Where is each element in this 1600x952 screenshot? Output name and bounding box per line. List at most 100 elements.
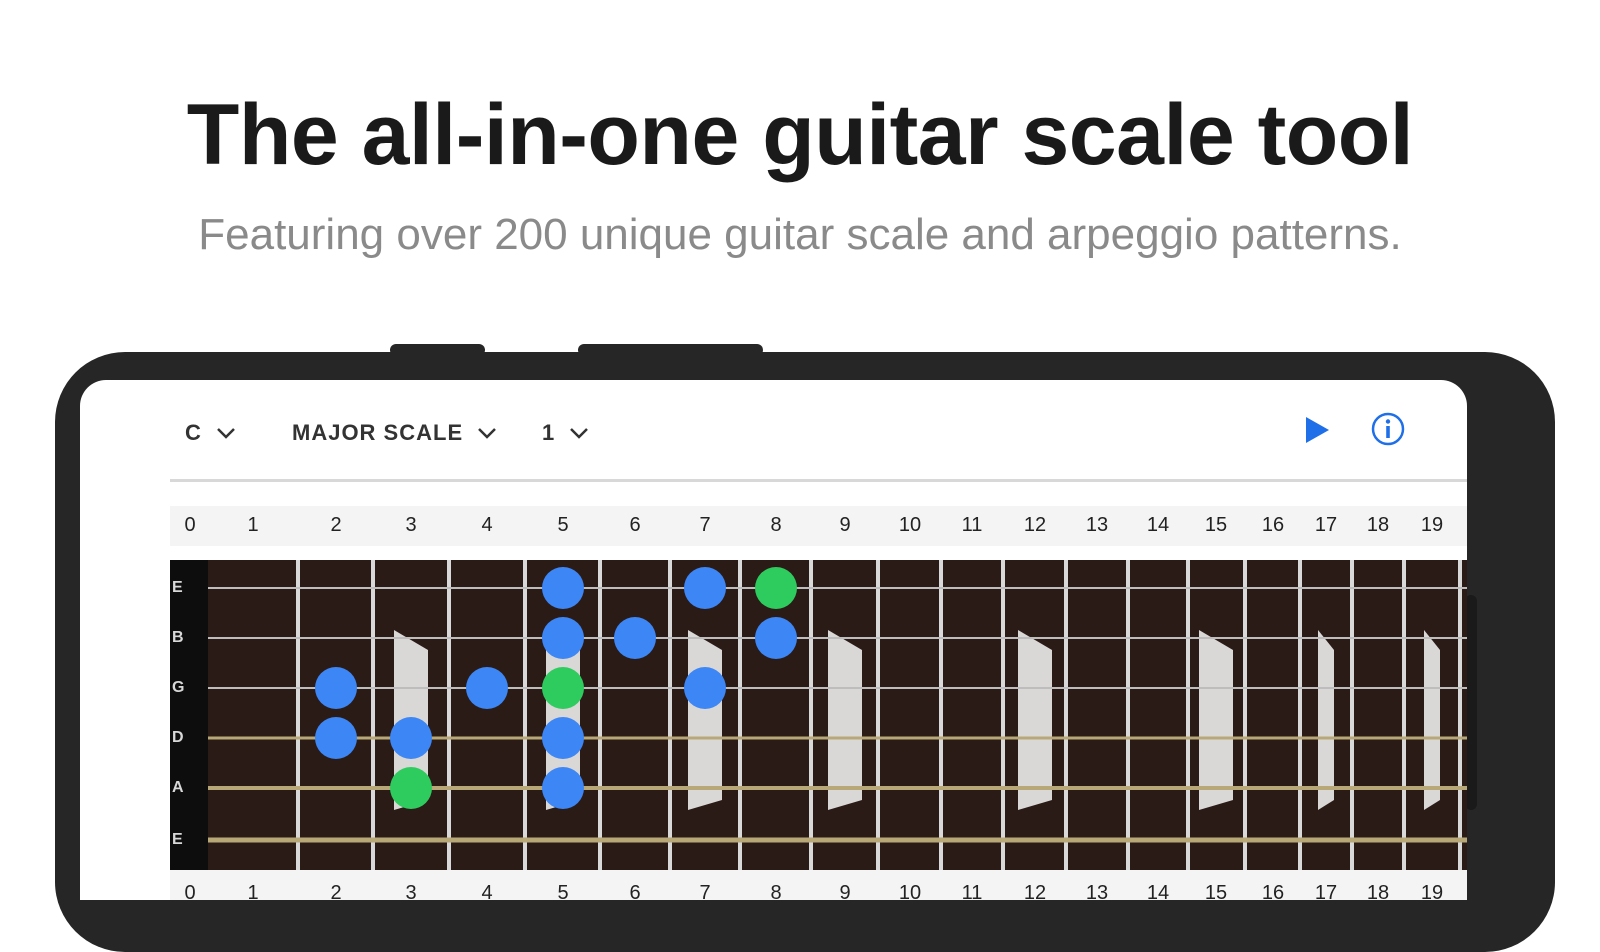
string-label: E <box>172 831 183 848</box>
fret-number: 4 <box>481 882 493 900</box>
fret-number: 12 <box>1023 882 1047 900</box>
fret-wire <box>738 560 742 870</box>
fret-wire <box>1243 560 1247 870</box>
headline: The all-in-one guitar scale tool <box>186 87 1414 183</box>
fret-wire <box>876 560 880 870</box>
subheadline: Featuring over 200 unique guitar scale a… <box>198 210 1402 259</box>
scale-selector[interactable]: MAJOR SCALE <box>292 420 497 446</box>
fret-number: 7 <box>699 514 711 536</box>
fret-wire <box>1458 560 1462 870</box>
note-marker <box>684 567 726 609</box>
fret-number: 15 <box>1204 882 1228 900</box>
fret-number: 19 <box>1420 514 1444 536</box>
fret-number: 11 <box>961 514 983 536</box>
note-marker <box>542 767 584 809</box>
toolbar-divider <box>170 479 1467 482</box>
fret-inlay <box>1018 630 1052 810</box>
note-marker <box>390 767 432 809</box>
fret-number: 18 <box>1366 514 1390 536</box>
fret-wire <box>1126 560 1130 870</box>
string-label: B <box>172 629 184 646</box>
fret-number: 2 <box>330 882 342 900</box>
toolbar: C MAJOR SCALE 1 <box>80 380 1467 480</box>
note-marker <box>542 617 584 659</box>
fret-number: 10 <box>898 514 922 536</box>
position-selector-label: 1 <box>542 420 556 445</box>
fret-numbers-bottom: 0 1 2 3 4 5 6 7 8 9 10 11 12 13 14 15 16 17 18 19 <box>170 870 1467 900</box>
fret-wire <box>1350 560 1354 870</box>
fret-wire <box>1064 560 1068 870</box>
fret-inlay <box>828 630 862 810</box>
fret-wire <box>1001 560 1005 870</box>
fret-number: 3 <box>405 514 417 536</box>
string-label: G <box>172 679 185 696</box>
chevron-down-icon <box>570 428 589 439</box>
scale-selector-label: MAJOR SCALE <box>292 420 464 445</box>
fret-inlay <box>1318 630 1334 810</box>
fret-number: 9 <box>839 882 851 900</box>
fret-number: 18 <box>1366 882 1390 900</box>
key-selector-label: C <box>185 420 202 445</box>
fret-number: 17 <box>1314 514 1338 536</box>
fret-number: 19 <box>1420 882 1444 900</box>
string-label: A <box>172 779 184 796</box>
fret-number: 1 <box>247 882 259 900</box>
fret-number: 8 <box>770 514 782 536</box>
note-marker <box>542 567 584 609</box>
fret-wire <box>296 560 300 870</box>
note-marker <box>614 617 656 659</box>
fret-wire <box>1402 560 1406 870</box>
note-marker <box>315 667 357 709</box>
fret-number: 5 <box>557 514 569 536</box>
fret-numbers-top: 0 1 2 3 4 5 6 7 8 9 10 11 12 13 14 15 16 17 18 19 <box>170 506 1467 546</box>
fret-number: 3 <box>405 882 417 900</box>
fret-wire <box>668 560 672 870</box>
fret-number: 13 <box>1085 514 1109 536</box>
fret-number: 16 <box>1261 514 1285 536</box>
fret-wire <box>447 560 451 870</box>
fret-number: 0 <box>184 882 196 900</box>
info-icon[interactable] <box>1370 411 1406 447</box>
string-label: D <box>172 729 184 746</box>
fret-inlay <box>1424 630 1440 810</box>
position-selector[interactable]: 1 <box>542 420 589 446</box>
key-selector[interactable]: C <box>185 420 236 446</box>
chevron-down-icon <box>217 428 235 439</box>
fret-number: 5 <box>557 882 569 900</box>
note-marker <box>542 667 584 709</box>
fret-number: 17 <box>1314 882 1338 900</box>
fretboard: E B G D A E <box>170 560 1467 870</box>
fret-number: 14 <box>1146 882 1170 900</box>
note-marker <box>755 617 797 659</box>
fret-wire <box>939 560 943 870</box>
fret-number: 2 <box>330 514 342 536</box>
fret-wire <box>1298 560 1302 870</box>
fret-wire <box>598 560 602 870</box>
fret-inlay <box>688 630 722 810</box>
string-label: E <box>172 579 183 596</box>
fret-number: 11 <box>961 882 983 900</box>
note-marker <box>684 667 726 709</box>
note-marker <box>390 717 432 759</box>
fret-number: 13 <box>1085 882 1109 900</box>
fret-number: 14 <box>1146 514 1170 536</box>
fretboard-svg <box>170 560 1467 870</box>
fret-number: 6 <box>629 882 641 900</box>
chevron-down-icon <box>478 428 497 439</box>
fret-wire <box>371 560 375 870</box>
fret-number: 12 <box>1023 514 1047 536</box>
note-marker <box>315 717 357 759</box>
fret-number: 1 <box>247 514 259 536</box>
fret-number: 4 <box>481 514 493 536</box>
note-marker <box>466 667 508 709</box>
note-marker <box>542 717 584 759</box>
nut <box>170 560 208 870</box>
fret-number: 15 <box>1204 514 1228 536</box>
fret-number: 6 <box>629 514 641 536</box>
fret-number: 0 <box>184 514 196 536</box>
play-icon[interactable] <box>1302 414 1332 446</box>
fret-wire <box>1186 560 1190 870</box>
fret-wire <box>523 560 527 870</box>
note-marker <box>755 567 797 609</box>
fret-number: 9 <box>839 514 851 536</box>
